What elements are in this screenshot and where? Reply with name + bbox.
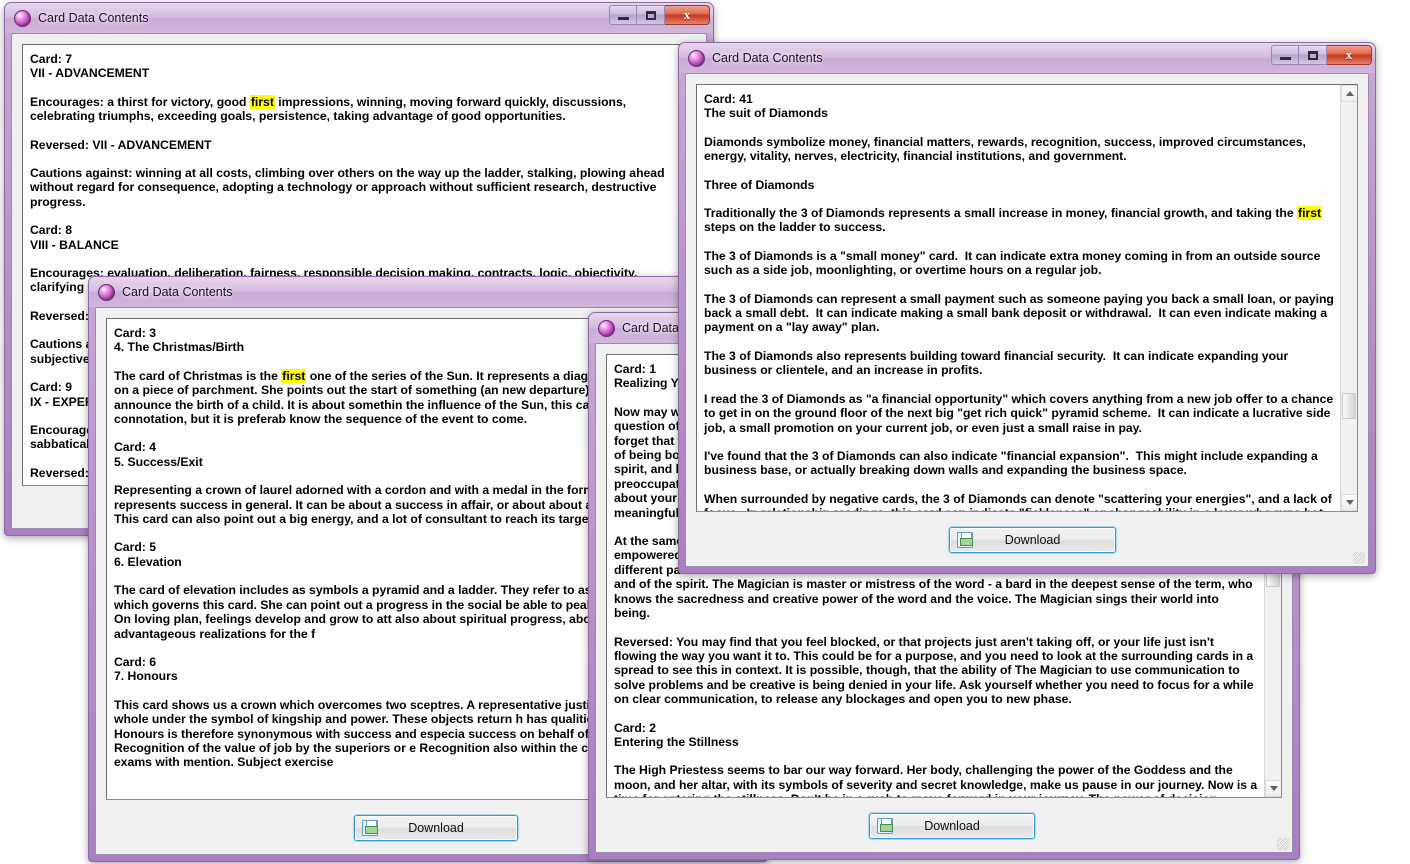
card-paragraph: Diamonds symbolize money, financial matt…	[704, 134, 1310, 164]
card-paragraph: Card: 7 VII - ADVANCEMENT	[30, 52, 150, 81]
window-card-diamonds[interactable]: Card Data Contents x Card: 41 The suit o…	[678, 42, 1376, 574]
app-icon	[98, 283, 115, 301]
scroll-down-button[interactable]	[1265, 780, 1281, 797]
download-button[interactable]: Download	[948, 526, 1117, 554]
desktop: Card Data Contents x Card: 7 VII - ADVAN…	[0, 0, 1410, 864]
card-paragraph: I read the 3 of Diamonds as "a financial…	[704, 391, 1337, 435]
download-button-label: Download	[924, 819, 980, 833]
app-icon	[688, 49, 705, 67]
card-paragraph: The 3 of Diamonds is a "small money" car…	[704, 248, 1324, 278]
card-paragraph: I've found that the 3 of Diamonds can al…	[704, 448, 1322, 478]
titlebar[interactable]: Card Data Contents x	[679, 43, 1375, 73]
download-button[interactable]: Download	[353, 814, 519, 842]
search-highlight: first	[1297, 206, 1323, 221]
titlebar[interactable]: Card Data Contents x	[5, 3, 713, 33]
card-paragraph: The 3 of Diamonds also represents buildi…	[704, 348, 1292, 378]
save-disk-icon	[957, 532, 973, 548]
app-icon	[14, 9, 31, 27]
chevron-down-icon	[1345, 500, 1354, 505]
client-area: Card: 41 The suit of Diamonds Diamonds sy…	[685, 73, 1369, 567]
card-text-box[interactable]: Card: 41 The suit of Diamonds Diamonds sy…	[696, 84, 1358, 512]
card-paragraph: Cautions against: winning at all costs, …	[30, 166, 668, 209]
close-button[interactable]: x	[1327, 45, 1372, 65]
minimize-button[interactable]	[1271, 45, 1299, 65]
titlebar[interactable]: Card Data Contents	[89, 277, 767, 307]
search-highlight: first	[281, 368, 307, 383]
window-title: Card Data Contents	[712, 51, 823, 65]
scrollbar-thumb[interactable]	[1342, 393, 1356, 419]
resize-grip[interactable]	[1277, 838, 1289, 850]
card-paragraph: Reversed: You may find that you feel blo…	[614, 634, 1257, 707]
minimize-icon	[617, 17, 629, 20]
scroll-up-button[interactable]	[1341, 85, 1357, 102]
resize-grip[interactable]	[1353, 552, 1365, 564]
chevron-down-icon	[1269, 786, 1278, 791]
window-controls[interactable]: x	[609, 5, 710, 25]
save-disk-icon	[362, 820, 378, 836]
maximize-button[interactable]	[637, 5, 665, 25]
maximize-icon	[645, 10, 656, 20]
close-button[interactable]: x	[665, 5, 710, 25]
card-paragraph: Three of Diamonds	[704, 177, 815, 192]
maximize-icon	[1307, 50, 1318, 60]
card-paragraph: Encourages: a thirst for victory, good f…	[30, 94, 630, 124]
search-highlight: first	[249, 94, 275, 109]
card-paragraph: The 3 of Diamonds can represent a small …	[704, 291, 1338, 335]
download-button-label: Download	[1004, 533, 1061, 547]
card-paragraph: Traditionally the 3 of Diamonds represen…	[704, 206, 1326, 235]
download-button[interactable]: Download	[868, 812, 1036, 840]
minimize-button[interactable]	[609, 5, 637, 25]
vertical-scrollbar[interactable]	[1340, 85, 1357, 511]
window-title: Card Data Contents	[38, 11, 149, 25]
card-text-content: Card: 41 The suit of Diamonds Diamonds sy…	[697, 85, 1340, 511]
card-paragraph: Card: 41 The suit of Diamonds	[704, 92, 828, 121]
window-title: Card Data Contents	[122, 285, 233, 299]
minimize-icon	[1279, 57, 1291, 60]
card-paragraph: Card: 2 Entering the Stillness	[614, 720, 739, 749]
window-controls[interactable]: x	[1271, 45, 1372, 65]
maximize-button[interactable]	[1299, 45, 1327, 65]
card-paragraph: Reversed: VII - ADVANCEMENT	[30, 137, 212, 152]
card-paragraph: The High Priestess seems to bar our way …	[614, 763, 1258, 797]
chevron-up-icon	[1345, 91, 1354, 96]
card-paragraph: When surrounded by negative cards, the 3…	[704, 491, 1332, 511]
download-button-label: Download	[408, 821, 464, 835]
app-icon	[598, 319, 615, 337]
scroll-down-button[interactable]	[1341, 494, 1357, 511]
client-inner: Card: 41 The suit of Diamonds Diamonds sy…	[696, 84, 1358, 556]
save-disk-icon	[877, 818, 893, 834]
card-paragraph: Card: 8 VIII - BALANCE	[30, 223, 119, 252]
